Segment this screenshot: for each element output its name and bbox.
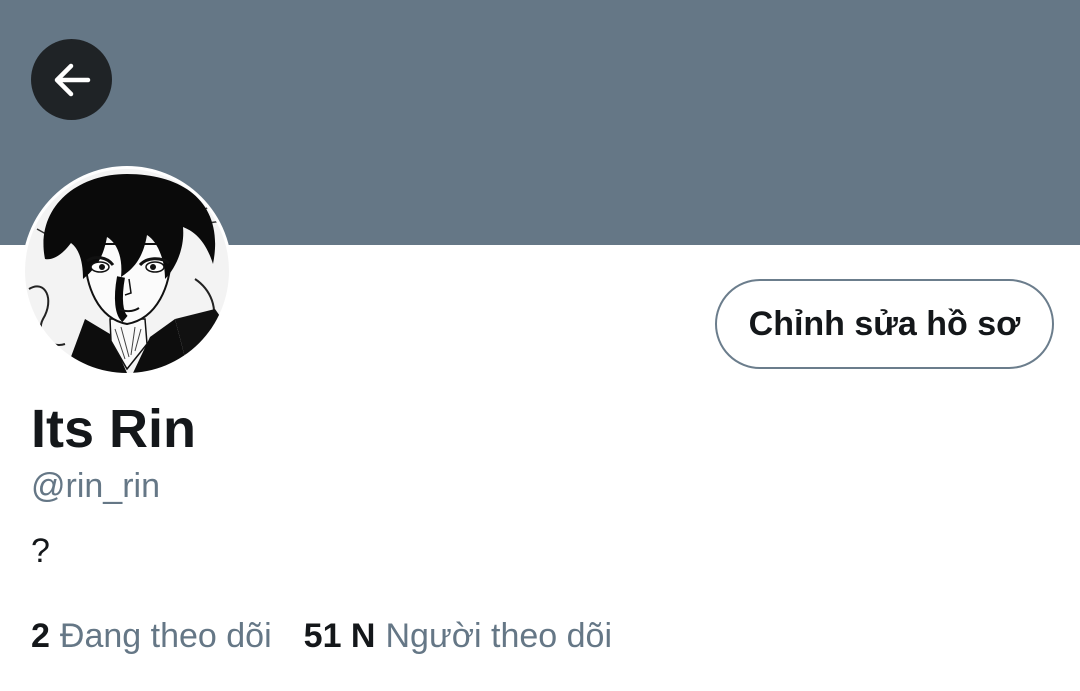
edit-profile-label: Chỉnh sửa hồ sơ bbox=[748, 304, 1021, 343]
profile-bio: ? bbox=[31, 532, 50, 570]
edit-profile-button[interactable]: Chỉnh sửa hồ sơ bbox=[715, 279, 1054, 369]
profile-page: Chỉnh sửa hồ sơ Its Rin @rin_rin ? 2 Đan… bbox=[0, 0, 1080, 691]
followers-label: Người theo dõi bbox=[385, 616, 612, 655]
followers-count: 51 N bbox=[303, 616, 376, 655]
following-stat[interactable]: 2 Đang theo dõi bbox=[31, 617, 272, 656]
avatar[interactable] bbox=[22, 166, 232, 376]
back-button[interactable] bbox=[31, 39, 112, 120]
following-label: Đang theo dõi bbox=[59, 616, 272, 655]
user-handle: @rin_rin bbox=[31, 467, 160, 505]
followers-stat[interactable]: 51 N Người theo dõi bbox=[304, 617, 612, 656]
display-name: Its Rin bbox=[31, 399, 197, 459]
following-count: 2 bbox=[31, 616, 50, 655]
profile-stats: 2 Đang theo dõi 51 N Người theo dõi bbox=[31, 614, 612, 658]
arrow-left-icon bbox=[50, 58, 94, 102]
